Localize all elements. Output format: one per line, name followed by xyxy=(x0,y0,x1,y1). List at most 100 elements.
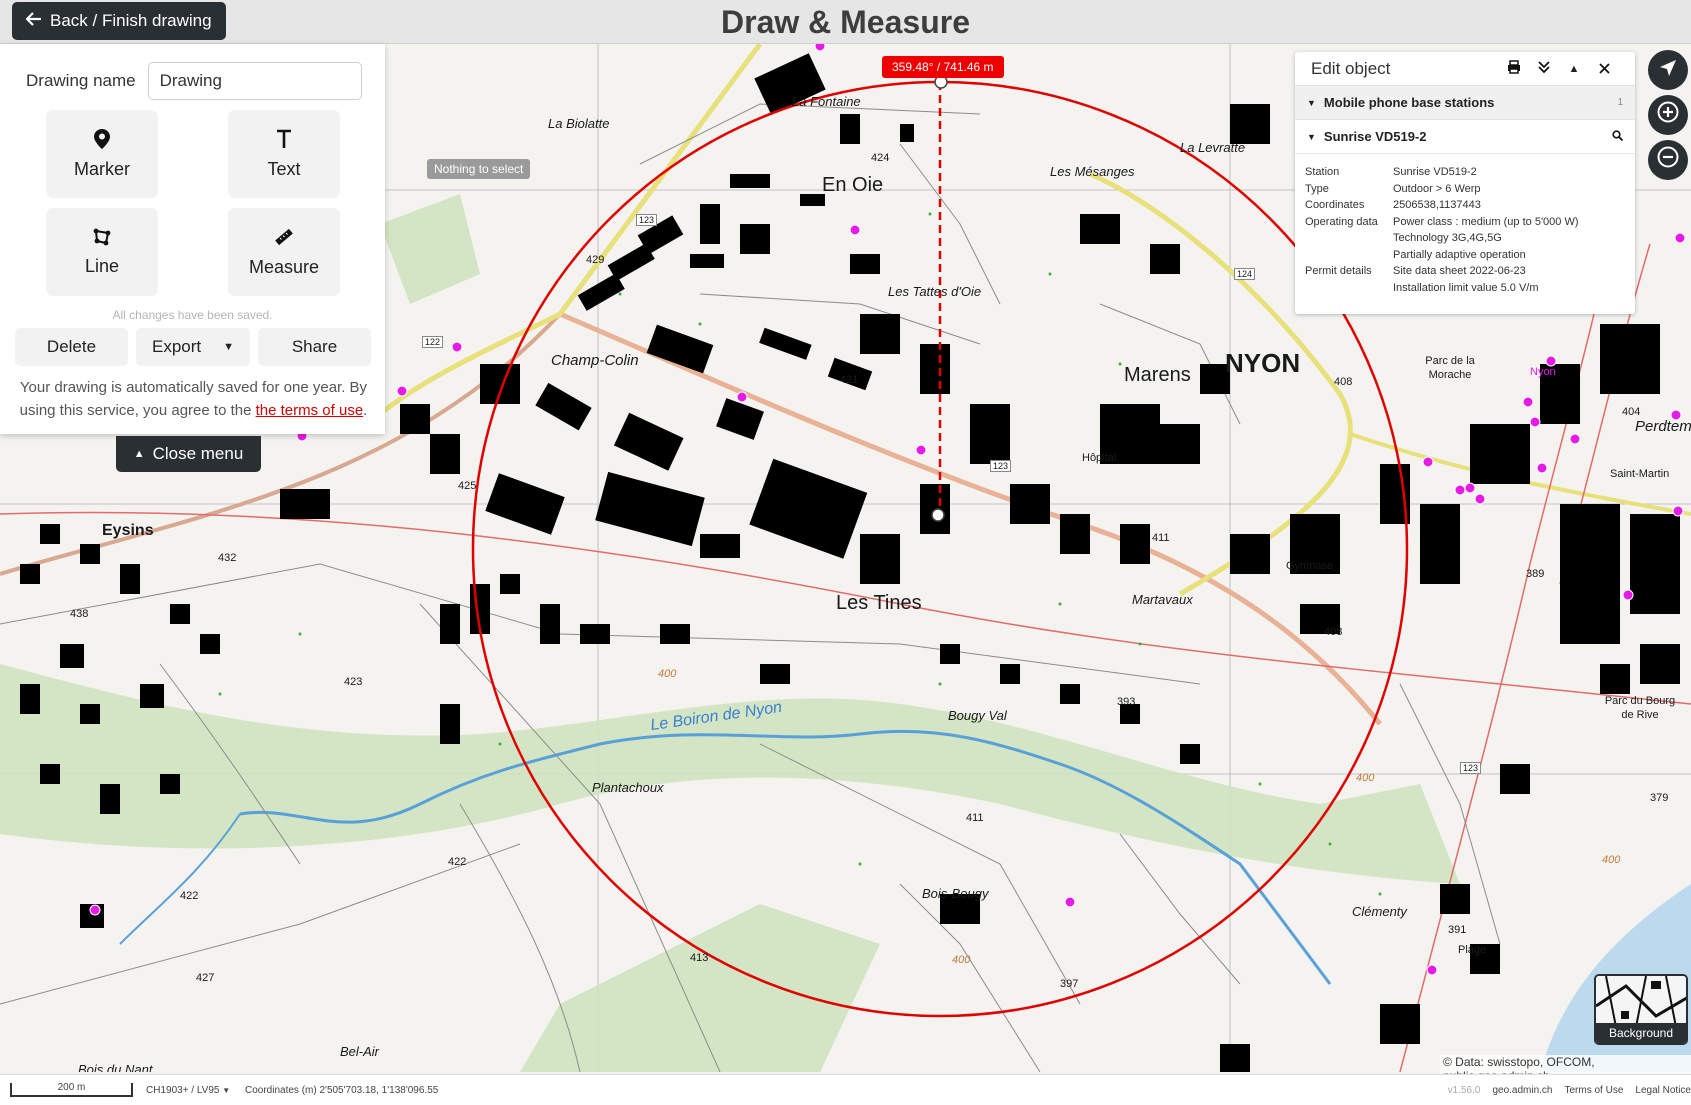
place-la-levratte: La Levratte xyxy=(1180,140,1246,155)
polygon-icon xyxy=(93,228,111,250)
table-row: Permit details Site data sheet 2022-06-23 xyxy=(1305,263,1579,280)
edit-object-header: Edit object ▲ xyxy=(1295,52,1635,86)
detail-key: Type xyxy=(1305,182,1329,195)
scale-bar: 200 m xyxy=(10,1083,133,1097)
legal-notice-link[interactable]: Legal Notice xyxy=(1635,1085,1691,1096)
place-champ-colin: Champ-Colin xyxy=(551,352,639,369)
close-menu-button[interactable]: ▲ Close menu xyxy=(116,436,261,472)
ruler-icon xyxy=(274,227,294,251)
place-parc-morache: Parc de la Morache xyxy=(1425,355,1475,381)
feature-name: Sunrise VD519-2 xyxy=(1323,129,1427,144)
caret-down-icon: ▼ xyxy=(1307,131,1316,142)
place-la-biolatte: La Biolatte xyxy=(548,116,610,131)
road-number: 123 xyxy=(990,460,1012,472)
detail-value: Partially adaptive operation xyxy=(1393,248,1526,261)
feature-row[interactable]: ▼ Sunrise VD519-2 xyxy=(1295,120,1635,154)
text-tool-label: Text xyxy=(267,158,301,179)
edit-object-panel: Edit object ▲ ▼ Mobile phone base statio… xyxy=(1295,52,1635,314)
notice-period: . xyxy=(363,402,368,419)
table-row: Type Outdoor > 6 Werp xyxy=(1305,181,1579,198)
place-bois-bougy: Bois-Bougy xyxy=(922,886,989,901)
table-row: Coordinates 2506538,1137443 xyxy=(1305,197,1579,214)
elevation-label: 411 xyxy=(1152,532,1170,544)
text-tool-button[interactable]: Text xyxy=(228,110,340,198)
terms-link[interactable]: Terms of Use xyxy=(1565,1085,1624,1096)
coordinates-readout: Coordinates (m) 2'505'703.18, 1'138'096.… xyxy=(245,1085,439,1096)
road-number: 122 xyxy=(422,336,444,348)
back-finish-drawing-button[interactable]: Back / Finish drawing xyxy=(12,2,226,40)
marker-tool-button[interactable]: Marker xyxy=(46,110,158,198)
detail-key xyxy=(1305,280,1393,297)
detail-value: Outdoor > 6 Werp xyxy=(1393,182,1481,195)
export-button-label: Export xyxy=(151,337,202,356)
place-parc-bourg: Parc du Bourg de Rive xyxy=(1604,695,1676,721)
place-clementy: Clémenty xyxy=(1352,904,1407,919)
detail-key: Operating data xyxy=(1305,215,1378,228)
place-en-oie: En Oie xyxy=(822,174,884,196)
line-tool-button[interactable]: Line xyxy=(46,208,158,296)
place-eysins: Eysins xyxy=(102,522,154,539)
crs-label: CH1903+ / LV95 xyxy=(146,1085,220,1096)
save-notice: Your drawing is automatically saved for … xyxy=(16,376,371,422)
contour-label: 400 xyxy=(952,954,971,966)
table-row: Technology 3G,4G,5G xyxy=(1305,230,1579,247)
layer-count: 1 xyxy=(1617,97,1623,108)
export-dropdown-button[interactable]: Export ▼ xyxy=(136,328,250,366)
table-row: Operating data Power class : medium (up t… xyxy=(1305,214,1579,231)
arrow-left-icon xyxy=(25,11,42,31)
layer-row[interactable]: ▼ Mobile phone base stations 1 xyxy=(1295,86,1635,120)
detail-value: Power class : medium (up to 5'000 W) xyxy=(1393,215,1579,228)
zoom-in-button[interactable] xyxy=(1648,95,1688,135)
drawing-name-input[interactable] xyxy=(147,62,362,100)
site-link[interactable]: geo.admin.ch xyxy=(1492,1085,1552,1096)
close-menu-label: Close menu xyxy=(152,444,244,463)
share-button[interactable]: Share xyxy=(258,328,371,366)
attribution: © Data: swisstopo, OFCOM, public.geo.adm… xyxy=(1440,1055,1691,1083)
place-les-tattes: Les Tattes d'Oie xyxy=(888,284,982,299)
place-plantachoux: Plantachoux xyxy=(592,780,664,795)
detail-key: Permit details xyxy=(1305,265,1372,277)
version-label: v1.56.0 xyxy=(1447,1085,1481,1096)
elevation-label: 424 xyxy=(871,152,890,164)
top-bar: Draw & Measure Back / Finish drawing xyxy=(0,0,1691,44)
background-switch-button[interactable]: Background xyxy=(1594,974,1688,1045)
terms-of-use-link[interactable]: the terms of use xyxy=(256,402,364,419)
zoom-out-button[interactable] xyxy=(1648,140,1688,180)
save-status: All changes have been saved. xyxy=(112,308,273,322)
detail-key xyxy=(1305,230,1393,247)
footer-links: v1.56.0 geo.admin.ch Terms of Use Legal … xyxy=(1448,1085,1691,1096)
print-icon[interactable] xyxy=(1499,60,1529,77)
table-row: Partially adaptive operation xyxy=(1305,247,1579,264)
elevation-label: 404 xyxy=(1622,406,1641,418)
close-icon[interactable] xyxy=(1589,61,1619,77)
contour-label: 400 xyxy=(1602,854,1621,866)
place-gymnase: Gymnase xyxy=(1286,560,1334,572)
elevation-label: 438 xyxy=(70,608,89,620)
elevation-label: 379 xyxy=(1650,792,1669,804)
detail-key xyxy=(1305,247,1393,264)
minus-icon xyxy=(1657,146,1679,174)
measure-tool-button[interactable]: Measure xyxy=(228,208,340,296)
geolocation-button[interactable] xyxy=(1648,50,1688,90)
collapse-all-icon[interactable] xyxy=(1529,60,1559,77)
place-marens: Marens xyxy=(1124,364,1191,386)
elevation-label: 427 xyxy=(196,972,215,984)
elevation-label: 425 xyxy=(458,480,477,492)
caret-down-icon: ▼ xyxy=(223,341,235,353)
elevation-label: 408 xyxy=(1334,376,1353,388)
place-bel-air: Bel-Air xyxy=(340,1044,380,1059)
delete-button[interactable]: Delete xyxy=(15,328,128,366)
zoom-to-feature-icon[interactable] xyxy=(1612,129,1624,144)
detail-value: Installation limit value 5.0 V/m xyxy=(1393,281,1539,294)
background-thumbnail-icon xyxy=(1596,976,1686,1028)
table-row: Station Sunrise VD519-2 xyxy=(1305,164,1579,181)
crs-selector[interactable]: CH1903+ / LV95 ▼ xyxy=(146,1085,230,1096)
elevation-label: 397 xyxy=(1060,978,1079,990)
chevron-down-icon: ▼ xyxy=(222,1086,231,1095)
road-number: 123 xyxy=(636,214,658,226)
drawing-name-row: Drawing name xyxy=(26,62,362,100)
collapse-up-icon[interactable]: ▲ xyxy=(1559,63,1589,75)
detail-key: Station xyxy=(1305,166,1340,178)
place-bois-du-nant: Bois du Nant xyxy=(78,1062,153,1072)
nothing-to-select-tooltip: Nothing to select xyxy=(427,159,531,179)
